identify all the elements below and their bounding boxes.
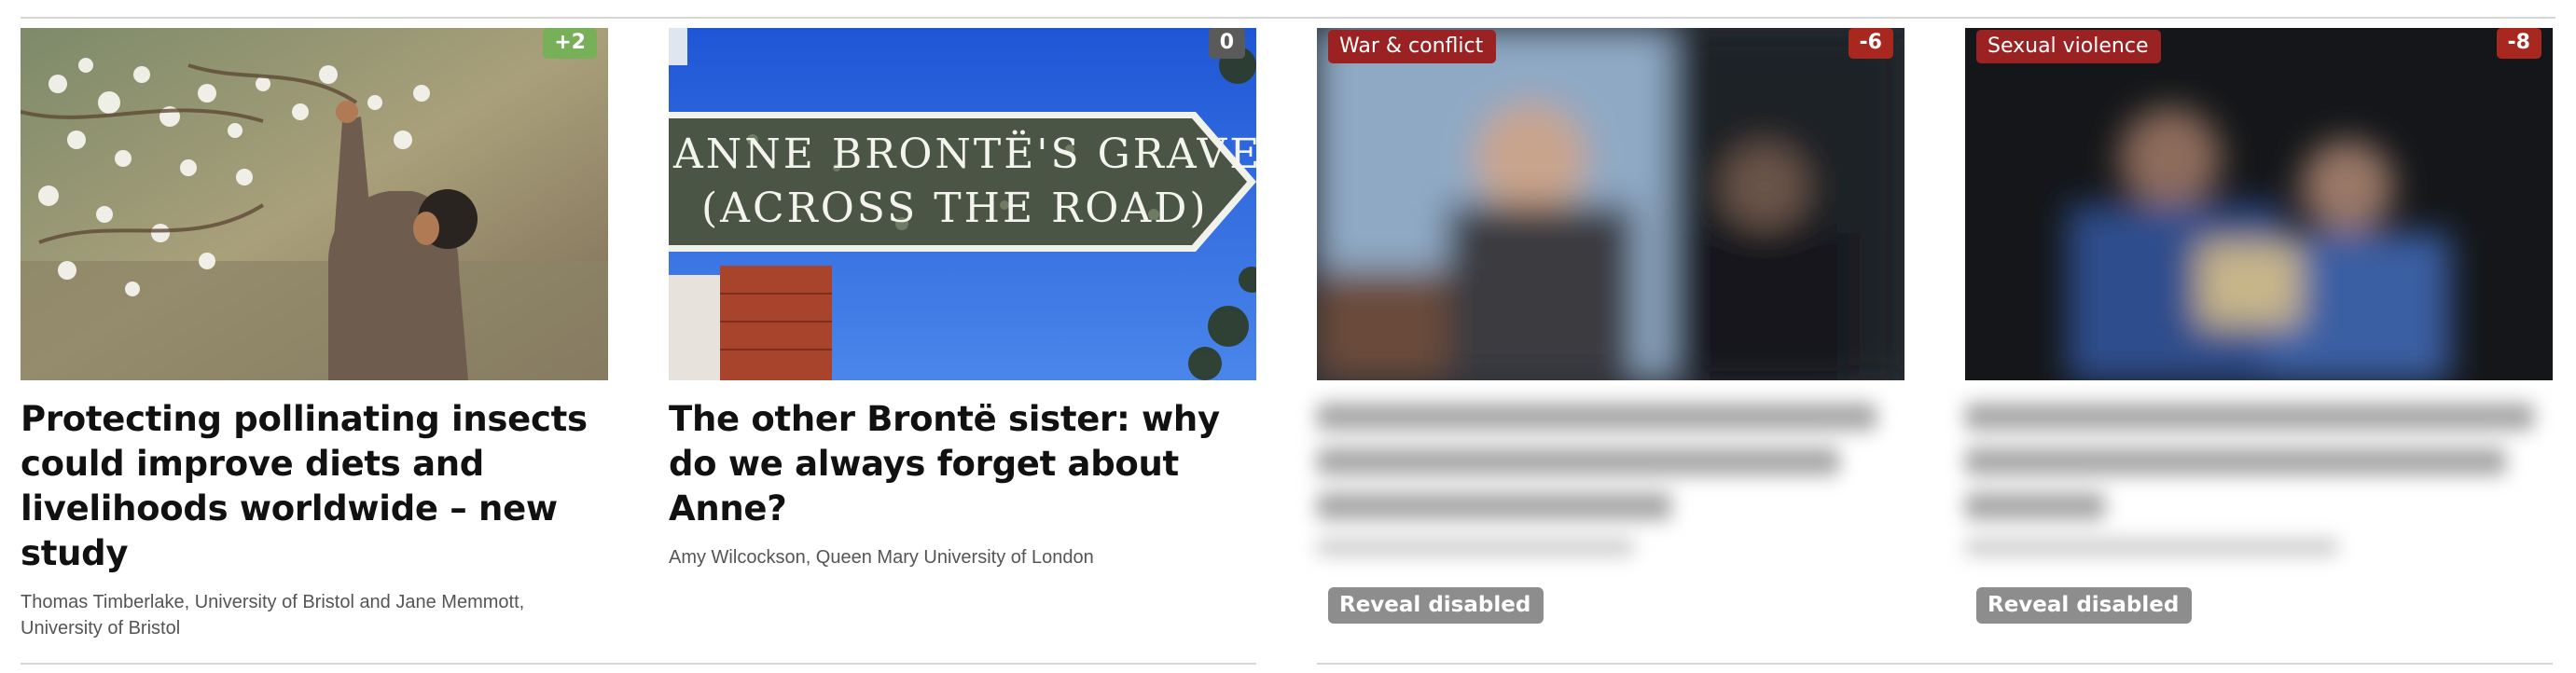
score-badge: 0 (1208, 28, 1245, 59)
content-warning-tag: War & conflict (1328, 30, 1497, 63)
article-image[interactable]: +2 (21, 28, 608, 380)
article-card-hidden[interactable]: War & conflict -6 Reveal disabled (1317, 28, 1904, 662)
article-card[interactable]: +2 Protecting pollinating insects could … (21, 28, 608, 662)
article-title[interactable]: The other Brontë sister: why do we alway… (669, 397, 1256, 531)
blossom-photo (21, 28, 608, 380)
blurred-title (1317, 403, 1904, 556)
article-authors: Amy Wilcockson, Queen Mary University of… (669, 547, 1094, 568)
score-badge: -8 (2496, 28, 2541, 59)
score-badge: -6 (1848, 28, 1893, 59)
blurred-title (1965, 403, 2553, 556)
article-card-hidden[interactable]: Sexual violence -8 Reveal disabled (1965, 28, 2553, 662)
sign-text-line1: ANNE BRONTË'S GRAVE (672, 129, 1256, 178)
sign-photo: ANNE BRONTË'S GRAVE (ACROSS THE ROAD) (669, 28, 1256, 380)
article-grid: +2 Protecting pollinating insects could … (0, 0, 2576, 673)
bottom-divider (21, 663, 1256, 665)
sign-text-line2: (ACROSS THE ROAD) (701, 185, 1209, 232)
bottom-divider (1317, 663, 2553, 665)
content-warning-tag: Sexual violence (1976, 30, 2162, 63)
top-divider (21, 17, 2555, 19)
article-authors: Thomas Timberlake, University of Bristol… (21, 592, 525, 639)
blurred-article-image: Sexual violence -8 (1965, 28, 2553, 380)
blurred-photo (1965, 28, 2553, 380)
article-image[interactable]: ANNE BRONTË'S GRAVE (ACROSS THE ROAD) 0 (669, 28, 1256, 380)
blurred-photo (1317, 28, 1904, 380)
reveal-disabled-button[interactable]: Reveal disabled (1328, 587, 1544, 624)
reveal-disabled-button[interactable]: Reveal disabled (1976, 587, 2193, 624)
blurred-article-image: War & conflict -6 (1317, 28, 1904, 380)
article-title[interactable]: Protecting pollinating insects could imp… (21, 397, 608, 576)
score-badge: +2 (543, 28, 597, 59)
article-card[interactable]: ANNE BRONTË'S GRAVE (ACROSS THE ROAD) 0 … (669, 28, 1256, 662)
